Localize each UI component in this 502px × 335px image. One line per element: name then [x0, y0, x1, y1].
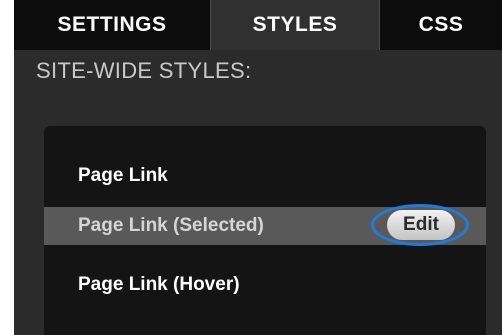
edit-button[interactable]: Edit: [387, 210, 455, 240]
tab-css[interactable]: CSS: [380, 0, 502, 50]
tab-settings[interactable]: SETTINGS: [14, 0, 210, 50]
style-item-label: Page Link: [78, 165, 168, 186]
tab-styles[interactable]: STYLES: [210, 0, 380, 50]
styles-panel: SETTINGS STYLES CSS SITE-WIDE STYLES: Pa…: [14, 0, 502, 335]
style-item-label: Page Link (Selected): [78, 215, 264, 236]
style-item-page-link[interactable]: Page Link: [44, 157, 486, 195]
style-item-page-link-hover[interactable]: Page Link (Hover): [44, 266, 486, 304]
style-item-page-link-selected[interactable]: Page Link (Selected) Edit: [44, 204, 486, 246]
tab-bar: SETTINGS STYLES CSS: [14, 0, 502, 50]
section-title: SITE-WIDE STYLES:: [36, 58, 252, 83]
styles-list: Page Link Page Link (Selected) Edit Page…: [44, 126, 486, 335]
style-item-label: Page Link (Hover): [78, 274, 240, 295]
